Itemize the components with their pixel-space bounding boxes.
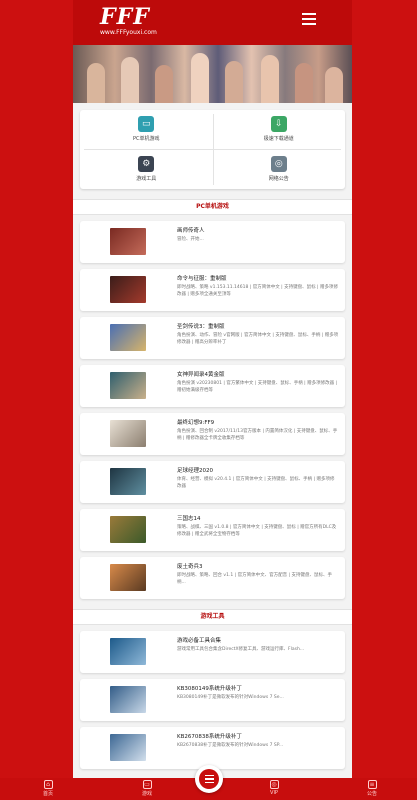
game-thumbnail <box>110 420 146 447</box>
item-desc: 冒险、开始... <box>177 237 204 242</box>
tool-thumbnail <box>110 638 146 665</box>
quick-link-pc-games[interactable]: ▭ PC单机游戏 <box>80 110 213 149</box>
list-item[interactable]: 画师传奇人 冒险、开始... <box>80 221 345 263</box>
item-desc: 即时战略、策略、回合 v1.1 | 官方简体中文、官方配音 | 支持键盘、鼠标、… <box>177 573 333 585</box>
item-desc: 角色扮演、动作、冒险 v官网版 | 官方简体中文 | 支持键盘、鼠标、手柄 | … <box>177 333 339 345</box>
gear-icon: ⚙ <box>138 156 155 172</box>
quick-link-label: 极速下载通道 <box>263 136 294 142</box>
list-item[interactable]: 三国志14 策略、战棋、三国 v1.0.8 | 官方简体中文 | 支持键盘、鼠标… <box>80 509 345 551</box>
item-title: 命令与征服：重制版 <box>177 276 227 282</box>
item-desc: KB3080149补丁是微软发布的针对Windows 7 Se... <box>177 695 284 700</box>
tool-thumbnail <box>110 686 146 713</box>
item-title: 三国志14 <box>177 516 201 522</box>
item-desc: 角色扮演、回合制 v2017/11/13官方版本 | 内置简体汉化 | 支持键盘… <box>177 429 338 441</box>
site-header: FFF www.FFFyouxi.com <box>73 0 352 45</box>
game-thumbnail <box>110 324 146 351</box>
list-item[interactable]: 女神异闻录4黄金版 角色扮演 v20230801 | 官方繁体中文 | 支持键盘… <box>80 365 345 407</box>
item-title: KB2670838系统升级补丁 <box>177 734 242 740</box>
tab-home[interactable]: ⌂ 首页 <box>33 780 63 797</box>
mobile-page: FFF www.FFFyouxi.com ▭ PC单机游戏 ⇩ 极速下载通道 ⚙… <box>73 0 352 800</box>
item-title: 女神异闻录4黄金版 <box>177 372 225 378</box>
globe-icon: ◎ <box>270 156 287 172</box>
quick-link-label: 游戏工具 <box>136 176 157 182</box>
item-desc: KB2670838补丁是微软发布的针对Windows 7 SP... <box>177 743 284 748</box>
game-thumbnail <box>110 564 146 591</box>
quick-links-panel: ▭ PC单机游戏 ⇩ 极速下载通道 ⚙ 游戏工具 ◎ 网络公告 <box>80 110 345 189</box>
item-desc: 策略、战棋、三国 v1.0.8 | 官方简体中文 | 支持键盘、鼠标 | 赠官方… <box>177 525 337 537</box>
logo-url: www.FFFyouxi.com <box>100 29 157 36</box>
item-desc: 即时战略、策略 v1.153.11.14618 | 官方简体中文 | 支持键盘、… <box>177 285 339 297</box>
menu-icon <box>199 769 219 789</box>
quick-link-label: 网络公告 <box>268 176 289 182</box>
tab-notice[interactable]: ≡ 公告 <box>357 780 387 797</box>
globe-icon: ◎ <box>269 780 279 789</box>
game-thumbnail <box>110 468 146 495</box>
tab-games[interactable]: ▭ 游戏 <box>132 780 162 797</box>
list-item[interactable]: 最终幻想9:FF9 角色扮演、回合制 v2017/11/13官方版本 | 内置简… <box>80 413 345 455</box>
tool-thumbnail <box>110 734 146 761</box>
item-title: 画师传奇人 <box>177 228 205 234</box>
tool-list: 游戏必备工具合集 游戏常用工具包合集含DirectX修复工具、游戏运行库、Fla… <box>73 631 352 769</box>
game-thumbnail <box>110 516 146 543</box>
list-item[interactable]: KB3080149系统升级补丁 KB3080149补丁是微软发布的针对Windo… <box>80 679 345 721</box>
tab-label: 游戏 <box>141 791 152 797</box>
tab-label: VIP <box>270 790 278 796</box>
item-title: 圣剑传说3：重制版 <box>177 324 225 330</box>
quick-link-tools[interactable]: ⚙ 游戏工具 <box>80 150 213 189</box>
quick-link-download[interactable]: ⇩ 极速下载通道 <box>213 110 346 149</box>
logo-mark: FFF <box>100 4 150 30</box>
menu-icon[interactable] <box>302 13 316 25</box>
section-title-tools: 游戏工具 <box>73 609 352 625</box>
game-thumbnail <box>110 276 146 303</box>
item-title: KB3080149系统升级补丁 <box>177 686 242 692</box>
game-thumbnail <box>110 228 146 255</box>
bottom-tab-bar: ⌂ 首页 ▭ 游戏 ◎ VIP ≡ 公告 <box>0 765 417 800</box>
item-desc: 游戏常用工具包合集含DirectX修复工具、游戏运行库、Flash... <box>177 647 305 652</box>
quick-link-label: PC单机游戏 <box>132 136 160 142</box>
item-title: 最终幻想9:FF9 <box>177 420 215 426</box>
item-desc: 角色扮演 v20230801 | 官方繁体中文 | 支持键盘、鼠标、手柄 | 赠… <box>177 381 338 393</box>
item-desc: 体育、经营、模拟 v20.4.1 | 官方简体中文 | 支持键盘、鼠标、手柄 |… <box>177 477 335 489</box>
hero-banner[interactable] <box>73 45 352 103</box>
list-item[interactable]: 圣剑传说3：重制版 角色扮演、动作、冒险 v官网版 | 官方简体中文 | 支持键… <box>80 317 345 359</box>
menu-fab-button[interactable] <box>195 765 223 793</box>
list-item[interactable]: 废土奇兵3 即时战略、策略、回合 v1.1 | 官方简体中文、官方配音 | 支持… <box>80 557 345 599</box>
tab-label: 首页 <box>42 791 53 797</box>
item-title: 废土奇兵3 <box>177 564 203 570</box>
monitor-icon: ▭ <box>142 780 152 789</box>
monitor-icon: ▭ <box>138 116 155 132</box>
quick-link-notice[interactable]: ◎ 网络公告 <box>213 150 346 189</box>
item-title: 足球经理2020 <box>177 468 213 474</box>
download-icon: ⇩ <box>270 116 287 132</box>
section-title-pc-games: PC单机游戏 <box>73 199 352 215</box>
document-icon: ≡ <box>367 780 377 789</box>
item-title: 游戏必备工具合集 <box>177 638 222 644</box>
list-item[interactable]: 命令与征服：重制版 即时战略、策略 v1.153.11.14618 | 官方简体… <box>80 269 345 311</box>
list-item[interactable]: 足球经理2020 体育、经营、模拟 v20.4.1 | 官方简体中文 | 支持键… <box>80 461 345 503</box>
game-list: 画师传奇人 冒险、开始... 命令与征服：重制版 即时战略、策略 v1.153.… <box>73 221 352 599</box>
game-thumbnail <box>110 372 146 399</box>
tab-label: 公告 <box>366 791 377 797</box>
list-item[interactable]: KB2670838系统升级补丁 KB2670838补丁是微软发布的针对Windo… <box>80 727 345 769</box>
list-item[interactable]: 游戏必备工具合集 游戏常用工具包合集含DirectX修复工具、游戏运行库、Fla… <box>80 631 345 673</box>
home-icon: ⌂ <box>43 780 53 789</box>
site-logo[interactable]: FFF www.FFFyouxi.com <box>100 6 157 37</box>
tab-vip[interactable]: ◎ VIP <box>259 780 289 796</box>
